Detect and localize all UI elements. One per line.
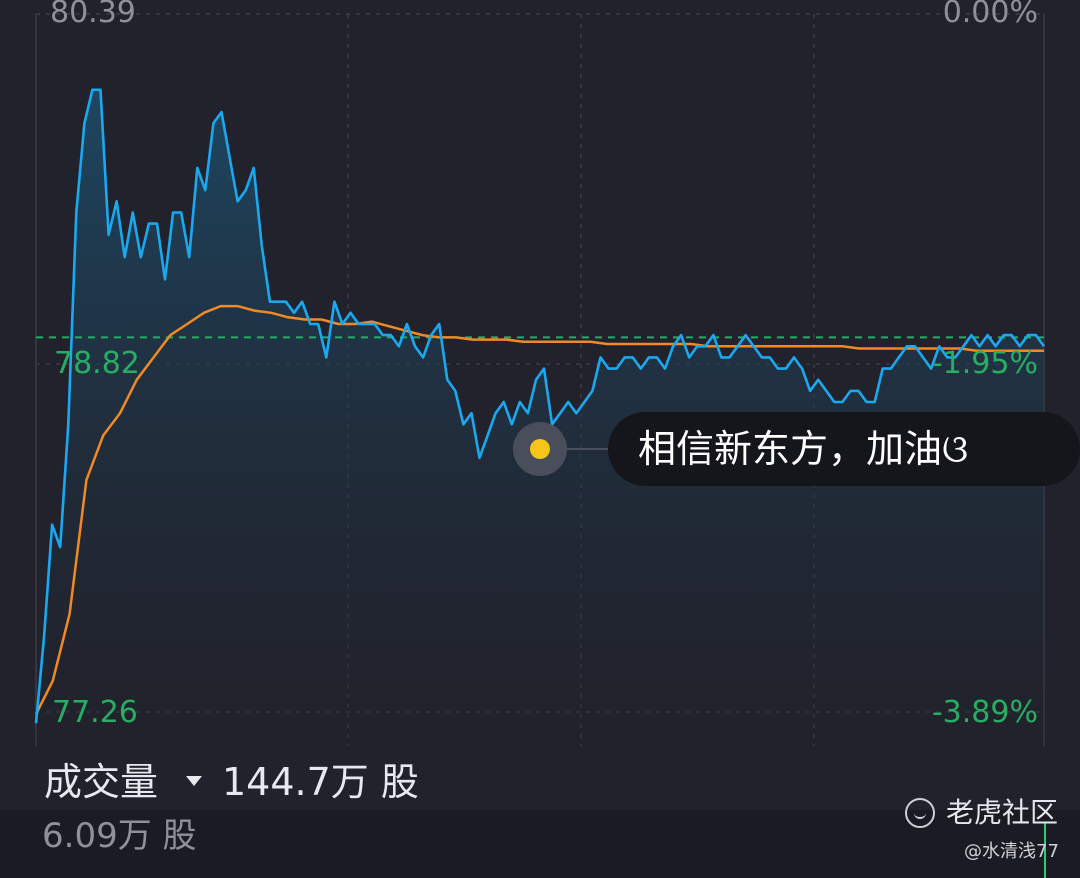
volume-total: 144.7万 股	[222, 760, 419, 804]
volume-indicator-selector[interactable]: 成交量	[44, 762, 158, 802]
comment-marker[interactable]	[513, 422, 567, 476]
comment-bubble[interactable]: 相信新东方，加油ଓ	[608, 412, 1080, 486]
tiger-logo-icon	[905, 798, 935, 828]
watermark-user: @水清浅77	[964, 841, 1059, 862]
price-tick-mid: 78.82	[54, 346, 140, 381]
intraday-chart[interactable]	[0, 0, 1080, 748]
price-tick-low: 77.26	[52, 695, 138, 730]
comment-dot-icon	[530, 439, 550, 459]
percent-tick-low: -3.89%	[931, 695, 1038, 730]
watermark-brand: 老虎社区	[946, 796, 1059, 829]
percent-tick-mid: -1.95%	[931, 346, 1038, 381]
comment-text: 相信新东方，加油ଓ	[638, 427, 969, 471]
comment-connector	[567, 448, 612, 450]
price-tick-top: 80.39	[50, 0, 136, 30]
volume-scale-max: 6.09万 股	[42, 816, 197, 856]
caret-down-icon[interactable]	[186, 776, 202, 786]
intraday-chart-screen: 80.39 0.00% 78.82 -1.95% 77.26 -3.89% 相信…	[0, 0, 1080, 878]
percent-tick-top: 0.00%	[942, 0, 1038, 30]
